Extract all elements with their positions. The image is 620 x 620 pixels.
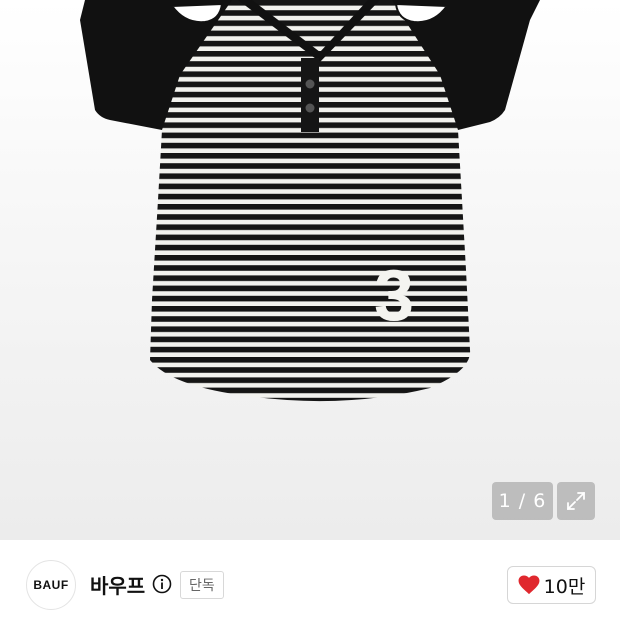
image-counter: 1 / 6: [492, 482, 553, 520]
info-icon[interactable]: [152, 574, 172, 594]
expand-button[interactable]: [557, 482, 595, 520]
heart-icon: [518, 575, 540, 595]
like-count: 10만: [543, 575, 586, 598]
expand-icon: [567, 492, 585, 510]
product-photo: 3: [80, 0, 540, 402]
product-image-area[interactable]: 3 1 / 6: [0, 0, 620, 540]
brand-logo-text: BAUF: [33, 578, 69, 592]
like-button[interactable]: 10만: [507, 566, 596, 604]
brand-logo[interactable]: BAUF: [26, 560, 76, 610]
exclusive-badge: 단독: [180, 571, 224, 599]
brand-name[interactable]: 바우프: [90, 570, 145, 599]
shirt-number-graphic: 3: [374, 256, 414, 336]
